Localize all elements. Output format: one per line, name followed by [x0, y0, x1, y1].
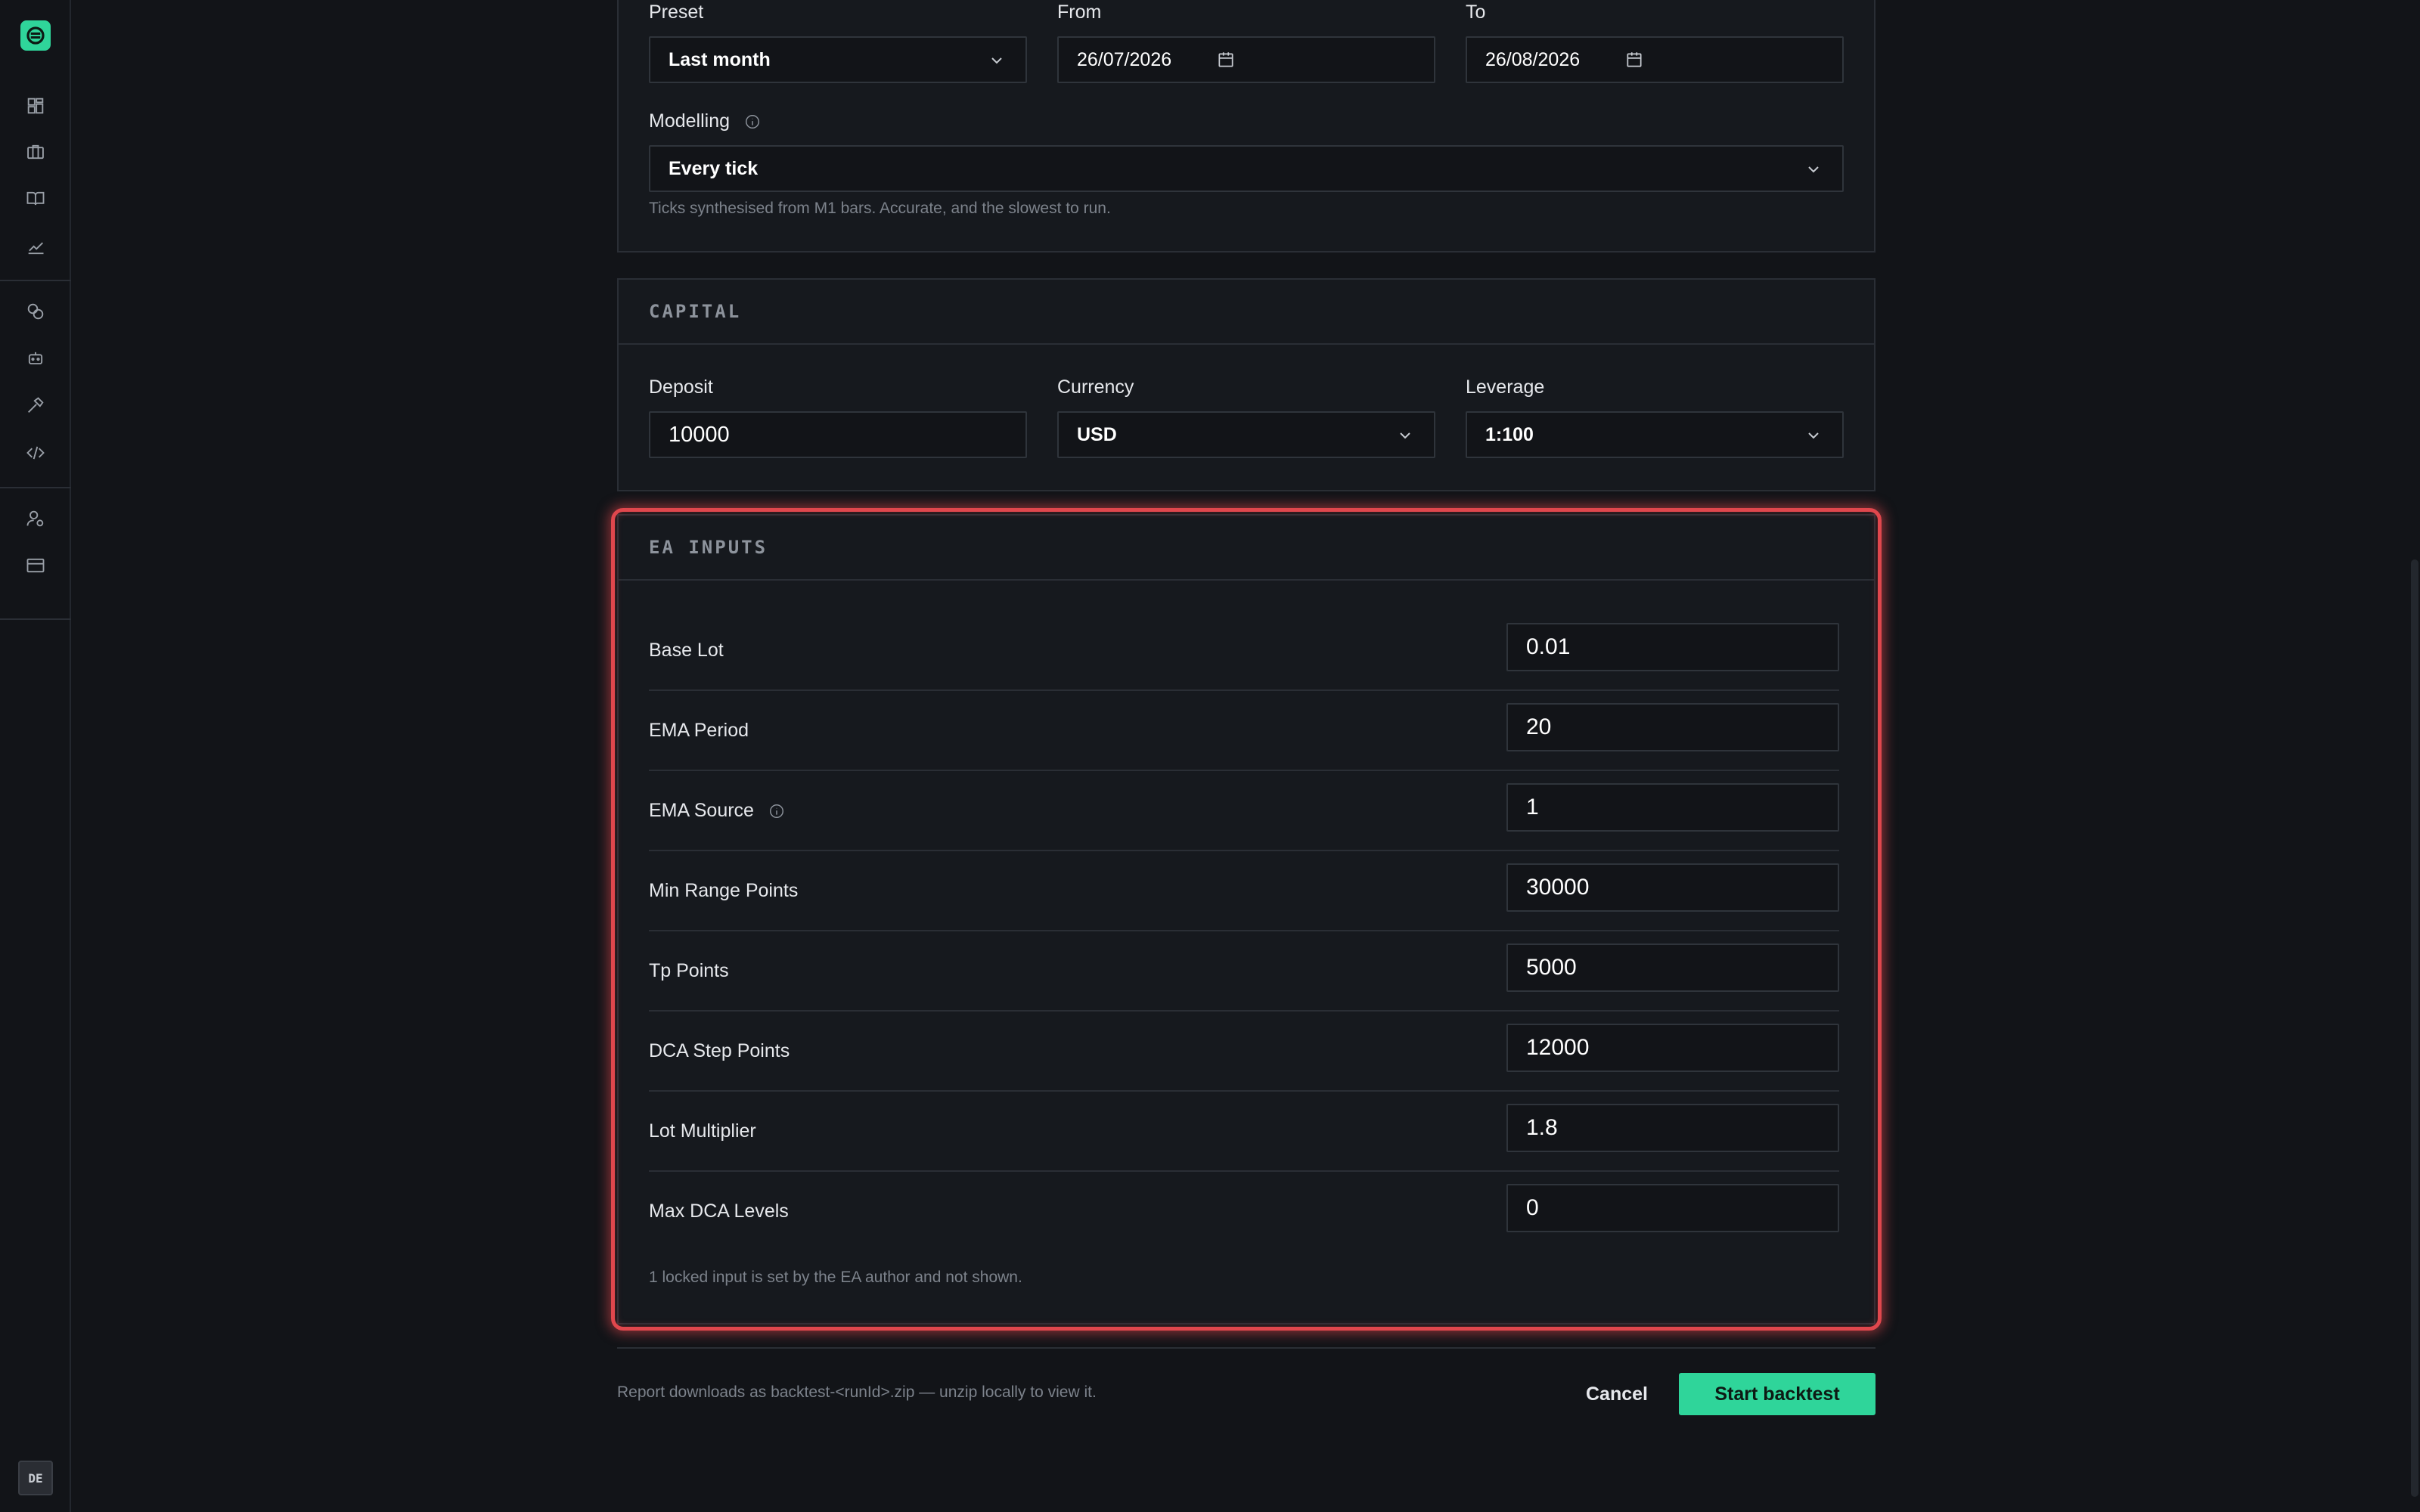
base-lot-input[interactable]: 0.01 — [1506, 623, 1839, 671]
period-panel: Preset Last month From 26/07/2026 To 26/… — [617, 0, 1876, 253]
ea-inputs-note: 1 locked input is set by the EA author a… — [649, 1269, 1022, 1286]
info-icon[interactable] — [768, 803, 785, 820]
chevron-down-icon — [1808, 166, 1819, 173]
leverage-select[interactable]: 1:100 — [1466, 411, 1844, 458]
footer-divider — [617, 1347, 1876, 1349]
from-date-value: 26/07/2026 — [1077, 48, 1172, 70]
ea-input-value: 12000 — [1526, 1035, 1590, 1060]
ea-input-row-base-lot: Base Lot 0.01 — [649, 611, 1839, 691]
to-label: To — [1466, 2, 1486, 23]
ea-inputs-title: EA INPUTS — [619, 516, 1874, 581]
preset-value: Last month — [669, 48, 771, 70]
ea-input-value: 0.01 — [1526, 634, 1571, 659]
ea-input-label: Max DCA Levels — [649, 1201, 789, 1222]
language-switch[interactable]: DE — [18, 1461, 53, 1495]
tp-points-input[interactable]: 5000 — [1506, 943, 1839, 992]
ea-input-label: Lot Multiplier — [649, 1120, 756, 1142]
from-date-input[interactable]: 26/07/2026 — [1057, 36, 1435, 83]
ea-input-label: Base Lot — [649, 640, 724, 661]
briefcase-icon[interactable] — [25, 141, 46, 163]
modelling-hint: Ticks synthesised from M1 bars. Accurate… — [649, 200, 1111, 217]
ea-input-row-tp-points: Tp Points 5000 — [649, 931, 1839, 1012]
capital-panel: CAPITAL Deposit 10000 Currency USD Lever… — [617, 278, 1876, 491]
ea-input-row-dca-step-points: DCA Step Points 12000 — [649, 1012, 1839, 1092]
leverage-value: 1:100 — [1485, 423, 1534, 445]
ea-input-label: EMA Period — [649, 720, 749, 741]
from-label: From — [1057, 2, 1102, 23]
ema-source-input[interactable]: 1 — [1506, 783, 1839, 832]
preset-label: Preset — [649, 2, 704, 23]
modelling-value: Every tick — [669, 157, 759, 179]
ema-source-label-text: EMA Source — [649, 800, 754, 821]
ea-input-value: 0 — [1526, 1195, 1539, 1220]
user-settings-icon[interactable] — [25, 508, 46, 529]
ea-input-value: 1 — [1526, 795, 1539, 820]
deposit-value: 10000 — [669, 422, 730, 447]
hammer-icon[interactable] — [25, 395, 46, 416]
deposit-input[interactable]: 10000 — [649, 411, 1027, 458]
ea-input-row-ema-period: EMA Period 20 — [649, 691, 1839, 771]
dashboard-icon[interactable] — [25, 95, 46, 116]
chart-line-icon[interactable] — [25, 237, 46, 258]
ea-input-label: Min Range Points — [649, 880, 799, 901]
ea-inputs-panel: EA INPUTS Base Lot 0.01 EMA Period 20 EM… — [617, 514, 1876, 1325]
ea-input-value: 20 — [1526, 714, 1552, 739]
modelling-select[interactable]: Every tick — [649, 145, 1844, 192]
footer-note: Report downloads as backtest-<runId>.zip… — [617, 1383, 1097, 1401]
to-date-value: 26/08/2026 — [1485, 48, 1581, 70]
ea-input-row-max-dca-levels: Max DCA Levels 0 — [649, 1172, 1839, 1252]
coins-icon[interactable] — [25, 301, 46, 322]
modelling-label: Modelling — [649, 110, 761, 132]
chevron-down-icon — [1808, 432, 1819, 439]
capital-title: CAPITAL — [619, 280, 1874, 345]
ea-input-row-ema-source: EMA Source 1 — [649, 771, 1839, 851]
scrollbar[interactable] — [2411, 559, 2418, 1497]
cancel-button[interactable]: Cancel — [1576, 1373, 1658, 1415]
ea-input-value: 5000 — [1526, 955, 1577, 980]
ea-input-label: EMA Source — [649, 800, 785, 822]
currency-label: Currency — [1057, 376, 1134, 398]
app-logo-icon[interactable] — [20, 20, 51, 51]
currency-select[interactable]: USD — [1057, 411, 1435, 458]
deposit-label: Deposit — [649, 376, 713, 398]
modelling-label-text: Modelling — [649, 110, 731, 132]
currency-value: USD — [1077, 423, 1117, 445]
max-dca-levels-input[interactable]: 0 — [1506, 1184, 1839, 1232]
chevron-down-icon — [991, 57, 1002, 64]
lot-multiplier-input[interactable]: 1.8 — [1506, 1104, 1839, 1152]
dca-step-points-input[interactable]: 12000 — [1506, 1024, 1839, 1072]
book-icon[interactable] — [25, 188, 46, 209]
billing-icon[interactable] — [25, 555, 46, 576]
ea-input-value: 1.8 — [1526, 1115, 1558, 1140]
code-icon[interactable] — [25, 442, 46, 463]
info-icon[interactable] — [744, 113, 761, 130]
ea-input-row-min-range-points: Min Range Points 30000 — [649, 851, 1839, 931]
start-backtest-button[interactable]: Start backtest — [1679, 1373, 1876, 1415]
to-date-input[interactable]: 26/08/2026 — [1466, 36, 1844, 83]
preset-select[interactable]: Last month — [649, 36, 1027, 83]
ea-input-value: 30000 — [1526, 875, 1590, 900]
min-range-points-input[interactable]: 30000 — [1506, 863, 1839, 912]
ea-input-label: Tp Points — [649, 960, 729, 981]
ema-period-input[interactable]: 20 — [1506, 703, 1839, 751]
ea-input-label: DCA Step Points — [649, 1040, 790, 1061]
chevron-down-icon — [1400, 432, 1410, 439]
ea-input-row-lot-multiplier: Lot Multiplier 1.8 — [649, 1092, 1839, 1172]
sidebar: DE — [0, 0, 71, 1512]
robot-icon[interactable] — [25, 348, 46, 369]
calendar-icon[interactable] — [1624, 50, 1644, 70]
leverage-label: Leverage — [1466, 376, 1545, 398]
calendar-icon[interactable] — [1216, 50, 1236, 70]
